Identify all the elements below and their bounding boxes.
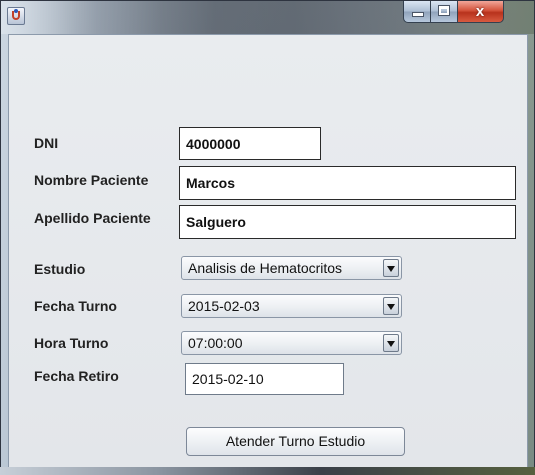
hora-turno-selected-value: 07:00:00: [188, 335, 243, 351]
fecha-turno-select[interactable]: 2015-02-03: [181, 294, 402, 318]
maximize-button[interactable]: [431, 1, 458, 23]
form-pane: DNI 4000000 Nombre Paciente Marcos Apell…: [8, 34, 528, 468]
close-icon: x: [475, 3, 485, 20]
fecha-retiro-label: Fecha Retiro: [34, 368, 119, 384]
close-button[interactable]: x: [458, 1, 504, 23]
estudio-select[interactable]: Analisis de Hematocritos: [181, 256, 402, 280]
hora-turno-label: Hora Turno: [34, 335, 109, 351]
fecha-turno-label: Fecha Turno: [34, 298, 117, 314]
atender-turno-button[interactable]: Atender Turno Estudio: [186, 427, 405, 456]
estudio-label: Estudio: [34, 261, 86, 277]
estudio-selected-value: Analisis de Hematocritos: [188, 260, 343, 276]
chevron-down-icon[interactable]: [383, 334, 399, 352]
desktop-background-strip: [0, 467, 535, 475]
nombre-label: Nombre Paciente: [34, 172, 149, 188]
title-bar[interactable]: x: [1, 1, 534, 34]
nombre-field[interactable]: Marcos: [179, 166, 516, 200]
chevron-down-icon[interactable]: [383, 259, 399, 277]
java-app-icon[interactable]: [7, 7, 25, 25]
dni-label: DNI: [34, 135, 59, 151]
application-window: x DNI 4000000 Nombre Paciente Marcos Ape…: [0, 0, 535, 475]
dni-field[interactable]: 4000000: [179, 127, 321, 160]
apellido-label: Apellido Paciente: [34, 210, 151, 226]
hora-turno-select[interactable]: 07:00:00: [181, 331, 402, 355]
apellido-field[interactable]: Salguero: [179, 205, 516, 239]
chevron-down-icon[interactable]: [383, 297, 399, 315]
maximize-icon: [439, 6, 449, 15]
fecha-turno-selected-value: 2015-02-03: [188, 298, 260, 314]
fecha-retiro-field[interactable]: 2015-02-10: [185, 363, 344, 395]
minimize-button[interactable]: [403, 1, 431, 23]
minimize-icon: [413, 13, 423, 16]
